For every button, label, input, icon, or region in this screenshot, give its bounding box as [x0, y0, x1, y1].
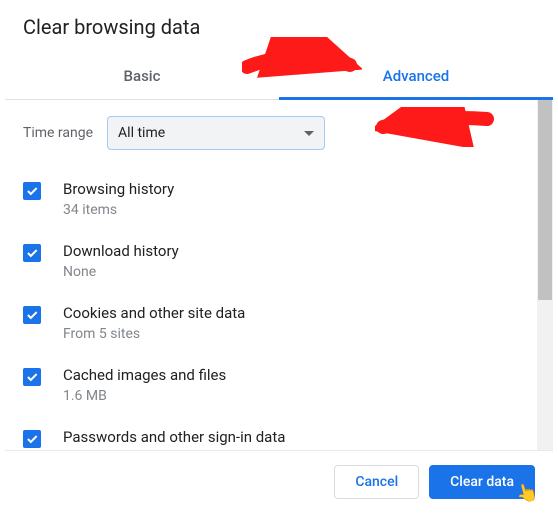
clear-browsing-data-dialog: Clear browsing data Basic Advanced Time …: [5, 5, 553, 513]
item-label: Cached images and files: [63, 366, 226, 384]
list-item: Passwords and other sign-in data: [23, 418, 519, 450]
options-list: Browsing history 34 items Download histo…: [23, 170, 519, 450]
list-item: Download history None: [23, 232, 519, 294]
check-icon: [25, 184, 39, 198]
list-item: Cached images and files 1.6 MB: [23, 356, 519, 418]
dialog-content: Time range All time Browsing history 34 …: [5, 100, 537, 450]
list-item: Browsing history 34 items: [23, 170, 519, 232]
check-icon: [25, 370, 39, 384]
item-sub: 34 items: [63, 202, 174, 218]
cursor-hand-icon: 👆: [513, 480, 540, 506]
cancel-button[interactable]: Cancel: [334, 465, 419, 499]
checkbox-browsing-history[interactable]: [23, 182, 41, 200]
list-item: Cookies and other site data From 5 sites: [23, 294, 519, 356]
scrollbar-thumb[interactable]: [538, 100, 552, 300]
checkbox-cookies[interactable]: [23, 306, 41, 324]
time-range-value: All time: [118, 125, 165, 141]
time-range-select[interactable]: All time: [107, 116, 325, 150]
dialog-title: Clear browsing data: [5, 5, 553, 53]
scrollbar[interactable]: [537, 100, 553, 450]
dialog-footer: Cancel Clear data 👆: [5, 451, 553, 513]
checkbox-cached[interactable]: [23, 368, 41, 386]
chevron-down-icon: [304, 131, 314, 136]
item-label: Passwords and other sign-in data: [63, 428, 285, 446]
clear-data-label: Clear data: [450, 474, 514, 490]
check-icon: [25, 308, 39, 322]
item-label: Browsing history: [63, 180, 174, 198]
time-range-label: Time range: [23, 125, 93, 141]
time-range-row: Time range All time: [23, 116, 519, 150]
tab-basic[interactable]: Basic: [5, 53, 279, 99]
checkbox-passwords[interactable]: [23, 430, 41, 448]
tab-advanced[interactable]: Advanced: [279, 53, 553, 99]
checkbox-download-history[interactable]: [23, 244, 41, 262]
item-sub: None: [63, 264, 179, 280]
item-label: Cookies and other site data: [63, 304, 245, 322]
item-sub: From 5 sites: [63, 326, 245, 342]
check-icon: [25, 246, 39, 260]
clear-data-button[interactable]: Clear data 👆: [429, 465, 535, 499]
item-sub: 1.6 MB: [63, 388, 226, 404]
item-label: Download history: [63, 242, 179, 260]
check-icon: [25, 432, 39, 446]
tab-bar: Basic Advanced: [5, 53, 553, 100]
